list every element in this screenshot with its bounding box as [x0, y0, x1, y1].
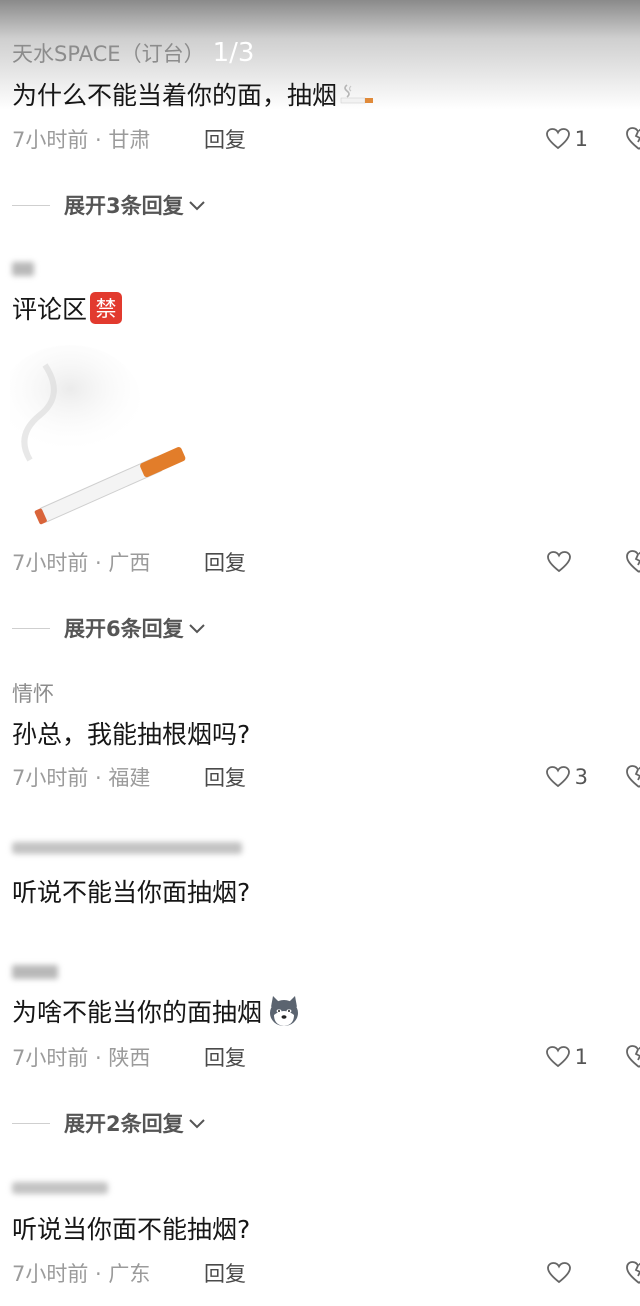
time-location: 7小时前 · 福建: [12, 766, 151, 790]
broken-heart-icon[interactable]: [624, 1258, 640, 1288]
expand-replies-label: 展开6条回复: [64, 617, 184, 641]
time-location: 7小时前 · 广西: [12, 551, 151, 575]
reply-button[interactable]: 回复: [204, 1042, 246, 1072]
reply-button[interactable]: 回复: [204, 1258, 246, 1288]
like-count: 3: [574, 765, 588, 789]
comment-username[interactable]: 情怀: [12, 678, 54, 708]
comment-username[interactable]: 天水SPACE（订台） 1/3: [12, 38, 254, 68]
like-count: 1: [574, 127, 588, 151]
time-location: 7小时前 · 广东: [12, 1262, 151, 1286]
image-page-indicator: 1/3: [212, 38, 255, 68]
husky-dog-emoji-icon: [270, 996, 299, 1026]
heart-outline-icon: [545, 128, 570, 150]
comment-username-blurred[interactable]: [12, 960, 72, 982]
comment-text-body: 为啥不能当你的面抽烟: [12, 998, 263, 1027]
heart-outline-icon: [547, 1262, 571, 1284]
comment-username-blurred[interactable]: [12, 836, 272, 858]
broken-heart-icon[interactable]: [624, 124, 640, 154]
like-button[interactable]: 1: [545, 127, 588, 151]
reply-button[interactable]: 回复: [204, 124, 246, 154]
broken-heart-icon[interactable]: [624, 762, 640, 792]
like-count: 1: [574, 1045, 588, 1069]
comment-meta: 7小时前 · 陕西 回复 1: [12, 1042, 640, 1072]
divider-line: [12, 627, 50, 629]
comment-meta: 7小时前 · 福建 回复 3: [12, 762, 640, 792]
reply-button[interactable]: 回复: [204, 762, 246, 792]
like-button[interactable]: [546, 550, 588, 574]
time-location: 7小时前 · 陕西: [12, 1046, 151, 1070]
chevron-down-icon: [188, 624, 205, 634]
comment-text[interactable]: 孙总，我能抽根烟吗?: [12, 715, 250, 751]
like-button[interactable]: 1: [545, 1045, 588, 1069]
divider-line: [12, 1122, 50, 1124]
heart-outline-icon: [545, 766, 570, 788]
comment-text[interactable]: 为啥不能当你的面抽烟: [12, 993, 302, 1029]
comment-username-blurred[interactable]: [12, 258, 52, 276]
broken-heart-icon[interactable]: [624, 1042, 640, 1072]
like-button[interactable]: [546, 1261, 588, 1285]
comment-text[interactable]: 听说不能当你面抽烟?: [12, 873, 250, 909]
comment-text-body: 为什么不能当着你的面，抽烟: [12, 81, 338, 110]
expand-replies-button[interactable]: 展开3条回复: [12, 190, 208, 220]
expand-replies-label: 展开3条回复: [64, 194, 184, 218]
username-text[interactable]: 天水SPACE（订台）: [12, 38, 205, 68]
reply-button[interactable]: 回复: [204, 547, 246, 577]
heart-outline-icon: [545, 1046, 570, 1068]
divider-line: [12, 204, 50, 206]
cigarette-emoji-icon: [340, 84, 374, 104]
comment-meta: 7小时前 · 广东 回复: [12, 1258, 640, 1288]
comment-text[interactable]: 评论区 禁: [12, 290, 123, 326]
expand-replies-button[interactable]: 展开2条回复: [12, 1108, 208, 1138]
comment-text[interactable]: 为什么不能当着你的面，抽烟: [12, 76, 375, 112]
chevron-down-icon: [188, 1119, 205, 1129]
expand-replies-button[interactable]: 展开6条回复: [12, 613, 208, 643]
chevron-down-icon: [188, 201, 205, 211]
comment-text[interactable]: 听说当你面不能抽烟?: [12, 1210, 250, 1246]
cigarette-sticker-image[interactable]: [10, 340, 210, 535]
time-location: 7小时前 · 甘肃: [12, 128, 151, 152]
heart-outline-icon: [547, 551, 571, 573]
ban-emoji-badge: 禁: [90, 292, 123, 324]
comment-username-blurred[interactable]: [12, 1176, 122, 1198]
comment-meta: 7小时前 · 甘肃 回复 1: [12, 124, 640, 154]
comment-text-body: 评论区: [12, 295, 88, 324]
broken-heart-icon[interactable]: [624, 547, 640, 577]
comment-meta: 7小时前 · 广西 回复: [12, 547, 640, 577]
expand-replies-label: 展开2条回复: [64, 1112, 184, 1136]
like-button[interactable]: 3: [545, 765, 588, 789]
